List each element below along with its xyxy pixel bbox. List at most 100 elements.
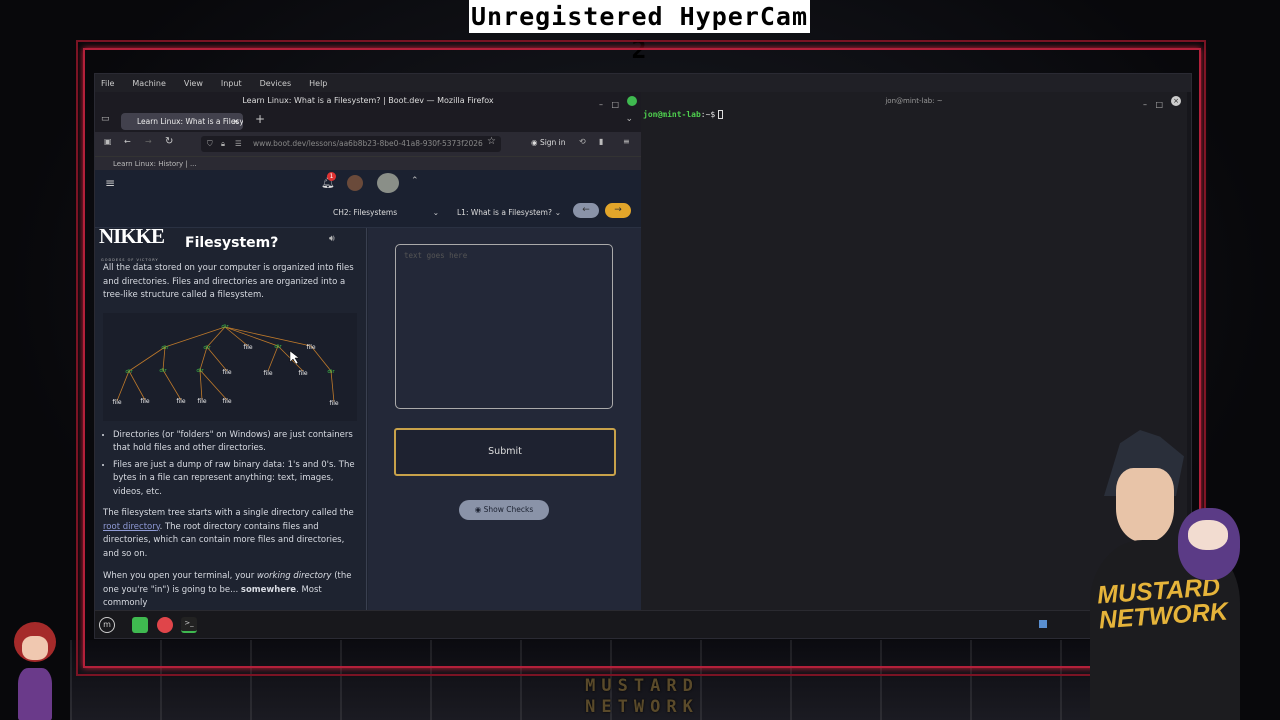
menu-icon[interactable]: ≡ bbox=[623, 137, 630, 146]
lesson-label: L1: What is a Filesystem? bbox=[457, 208, 552, 217]
tree-file: file bbox=[197, 398, 206, 405]
vm-menubar: File Machine View Input Devices Help bbox=[95, 74, 1191, 92]
tree-dir: dir bbox=[203, 345, 211, 351]
avatar-body bbox=[18, 668, 52, 720]
eye-icon: ◉ bbox=[474, 505, 484, 514]
url-bar[interactable]: ⛉ 🔒︎ ☰ www.boot.dev/lessons/aa6b8b23-8be… bbox=[201, 136, 501, 152]
tree-file: file bbox=[263, 370, 272, 377]
bookmark-item[interactable]: Learn Linux: History | ... bbox=[113, 160, 197, 168]
hamburger-menu-icon[interactable]: ≡ bbox=[105, 176, 115, 190]
root-paragraph: The filesystem tree starts with a single… bbox=[95, 507, 366, 561]
mustard-character-avatar: MUSTARD NETWORK bbox=[1090, 430, 1240, 720]
vm-window: File Machine View Input Devices Help Lea… bbox=[94, 73, 1193, 639]
close-icon[interactable]: × bbox=[1171, 96, 1181, 106]
new-tab-icon[interactable]: + bbox=[255, 112, 265, 126]
vm-menu-machine[interactable]: Machine bbox=[132, 79, 166, 88]
forward-icon[interactable]: → bbox=[145, 137, 152, 146]
firefox-taskbar-icon[interactable] bbox=[157, 617, 173, 633]
signin-label: Sign in bbox=[539, 138, 566, 147]
chevron-down-icon: ⌄ bbox=[432, 208, 439, 217]
tab-label: Learn Linux: What is a Filesy bbox=[137, 117, 243, 126]
strong: somewhere bbox=[240, 584, 297, 595]
pet-avatar[interactable] bbox=[347, 175, 363, 191]
reload-icon[interactable]: ↻ bbox=[165, 136, 173, 147]
back-icon[interactable]: ← bbox=[124, 137, 131, 146]
lesson-heading-row: NIKKE GODDESS OF VICTORY Filesystem? 🔊︎ bbox=[95, 228, 366, 262]
vm-menu-help[interactable]: Help bbox=[309, 79, 327, 88]
navigation-bar: ▣ ← → ↻ ⛉ 🔒︎ ☰ www.boot.dev/lessons/aa6b… bbox=[95, 132, 641, 156]
text: The filesystem tree starts with a single… bbox=[103, 508, 354, 518]
mint-menu-icon[interactable]: m bbox=[99, 617, 115, 633]
lock-icon: 🔒︎ bbox=[221, 139, 225, 148]
chevron-down-icon[interactable]: ⌄ bbox=[625, 114, 633, 124]
tree-file: file bbox=[306, 344, 315, 351]
extensions-icon[interactable]: ⟲ bbox=[579, 137, 586, 146]
shield-icon: ⛉ bbox=[207, 139, 213, 148]
vm-menu-view[interactable]: View bbox=[184, 79, 203, 88]
pocket-icon[interactable]: ▮ bbox=[599, 137, 603, 146]
terminal-title: jon@mint-lab: ~ bbox=[885, 97, 943, 105]
tree-dir: dir bbox=[196, 368, 204, 374]
hoodie-print: MUSTARD NETWORK bbox=[1096, 572, 1229, 635]
terminal-titlebar: jon@mint-lab: ~ – □ × bbox=[641, 92, 1187, 110]
stream-scene: Unregistered HyperCam 2 MUSTARD NETWORK … bbox=[0, 0, 1280, 720]
url-text: www.boot.dev/lessons/aa6b8b23-8be0-41a8-… bbox=[253, 139, 483, 148]
chapter-dropdown[interactable]: CH2: Filesystems ⌄ bbox=[333, 205, 441, 220]
tree-file: file bbox=[176, 398, 185, 405]
minimize-icon[interactable]: – bbox=[1143, 96, 1147, 114]
tab-active[interactable]: Learn Linux: What is a Filesy × bbox=[121, 113, 243, 130]
mustard-network-logo: MUSTARD NETWORK bbox=[585, 676, 699, 717]
exercise-pane: text goes here Submit ◉ Show Checks bbox=[368, 228, 641, 610]
prompt-path: :~$ bbox=[700, 110, 716, 119]
close-icon[interactable] bbox=[627, 96, 637, 106]
emphasis: working directory bbox=[256, 571, 332, 581]
submit-button[interactable]: Submit bbox=[394, 428, 616, 476]
maximize-icon[interactable]: □ bbox=[1155, 96, 1163, 114]
tree-file: file bbox=[222, 398, 231, 405]
prev-lesson-button[interactable]: ← bbox=[573, 203, 599, 218]
lesson-content: NIKKE GODDESS OF VICTORY Filesystem? 🔊︎ … bbox=[95, 228, 367, 610]
chevron-down-icon: ⌄ bbox=[554, 208, 561, 217]
firefox-titlebar: Learn Linux: What is a Filesystem? | Boo… bbox=[95, 92, 641, 110]
permissions-icon: ☰ bbox=[235, 139, 242, 148]
tree-dir: dir bbox=[161, 345, 169, 351]
root-directory-link[interactable]: root directory bbox=[103, 522, 160, 532]
tree-dir-root: dir bbox=[221, 324, 229, 330]
tree-file: file bbox=[112, 399, 121, 406]
chapter-label: CH2: Filesystems bbox=[333, 208, 398, 217]
bookmark-star-icon[interactable]: ☆ bbox=[487, 136, 496, 147]
tab-strip: ▭ Learn Linux: What is a Filesy × + ⌄ bbox=[95, 110, 641, 132]
list-item: Files are just a dump of raw binary data… bbox=[113, 459, 366, 500]
next-lesson-button[interactable]: → bbox=[605, 203, 631, 218]
speaker-icon[interactable]: 🔊︎ bbox=[329, 233, 335, 247]
vm-menu-file[interactable]: File bbox=[101, 79, 114, 88]
companion-face bbox=[1188, 520, 1228, 550]
files-icon[interactable] bbox=[132, 617, 148, 633]
lesson-dropdown[interactable]: L1: What is a Filesystem? ⌄ bbox=[457, 205, 563, 220]
show-checks-button[interactable]: ◉ Show Checks bbox=[459, 500, 549, 520]
nikke-logo-subtitle: GODDESS OF VICTORY bbox=[101, 258, 159, 262]
terminal-taskbar-icon[interactable]: >_ bbox=[181, 617, 197, 633]
sidebar-icon[interactable]: ▣ bbox=[104, 137, 112, 146]
tab-list-icon[interactable]: ▭ bbox=[101, 114, 110, 124]
tray-icon[interactable] bbox=[1039, 620, 1047, 628]
account-button[interactable]: ◉ Sign in bbox=[531, 138, 566, 147]
notification-badge: 1 bbox=[327, 172, 336, 181]
character-face bbox=[1116, 468, 1174, 542]
tree-file: file bbox=[222, 369, 231, 376]
answer-textarea[interactable]: text goes here bbox=[395, 244, 613, 409]
terminal-prompt[interactable]: jon@mint-lab:~$ bbox=[643, 110, 724, 119]
user-avatar[interactable] bbox=[377, 173, 399, 193]
tab-close-icon[interactable]: × bbox=[233, 113, 239, 130]
tree-file: file bbox=[298, 370, 307, 377]
working-dir-paragraph: When you open your terminal, your workin… bbox=[95, 570, 366, 610]
vtuber-small-avatar bbox=[8, 622, 64, 720]
avatar-face bbox=[22, 636, 48, 660]
vm-menu-input[interactable]: Input bbox=[221, 79, 242, 88]
bullet-list: Directories (or "folders" on Windows) ar… bbox=[95, 429, 366, 500]
chevron-up-icon[interactable]: ⌃ bbox=[411, 176, 419, 186]
firefox-window: Learn Linux: What is a Filesystem? | Boo… bbox=[95, 92, 641, 610]
nikke-logo: NIKKE bbox=[99, 228, 165, 248]
vm-menu-devices[interactable]: Devices bbox=[260, 79, 292, 88]
show-checks-label: Show Checks bbox=[483, 505, 534, 514]
